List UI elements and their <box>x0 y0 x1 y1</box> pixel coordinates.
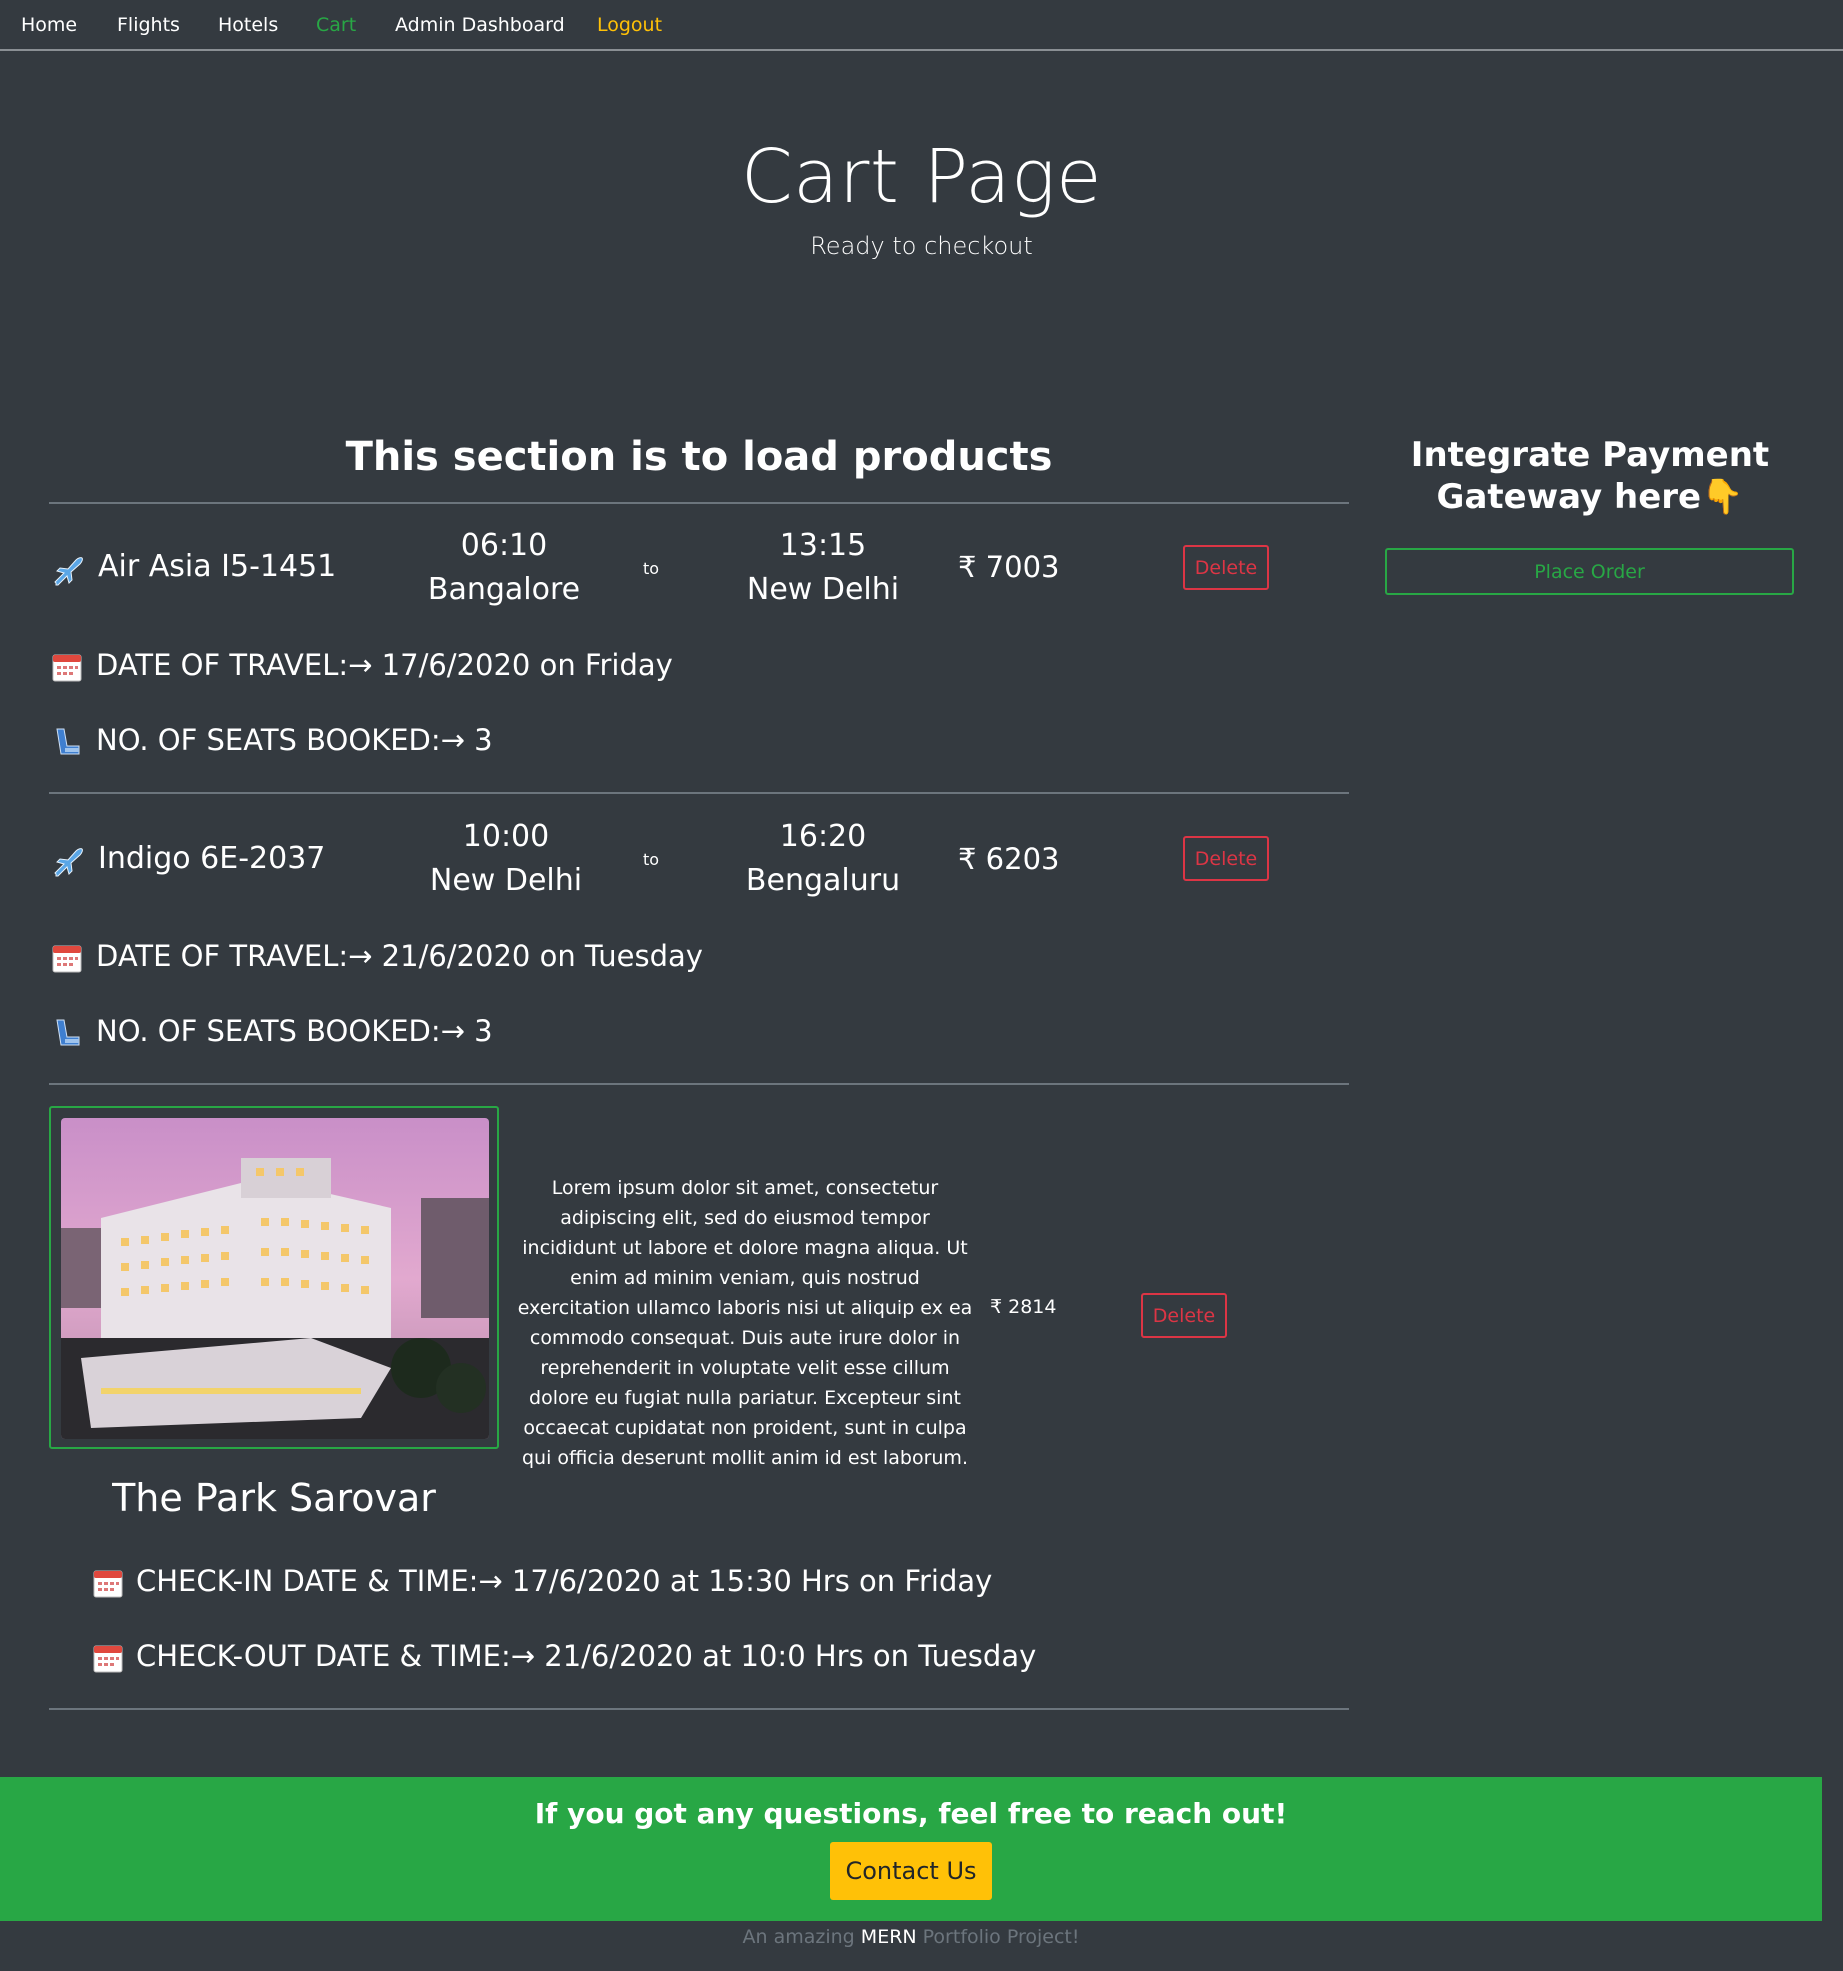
place-order-button[interactable]: Place Order <box>1385 548 1794 595</box>
checkout-date: CHECK-OUT DATE & TIME:→ 21/6/2020 at 10:… <box>136 1639 1037 1673</box>
seat-icon <box>56 1019 80 1046</box>
arrival-time: 13:15 <box>779 528 867 563</box>
airplane-icon <box>54 848 83 877</box>
footer-banner: If you got any questions, feel free to r… <box>0 1777 1822 1921</box>
flight-name: Indigo 6E-2037 <box>98 841 326 876</box>
hotel-name: The Park Sarovar <box>112 1476 436 1520</box>
delete-button[interactable]: Delete <box>1183 836 1269 881</box>
products-heading: This section is to load products <box>345 434 1053 480</box>
arrival-city: New Delhi <box>746 572 900 607</box>
flight-price: ₹ 6203 <box>958 842 1060 876</box>
nav-home[interactable]: Home <box>21 14 77 36</box>
divider <box>49 1083 1349 1085</box>
footer-credit: An amazing MERN Portfolio Project! <box>0 1926 1822 1948</box>
hotel-image-frame <box>49 1106 499 1449</box>
departure-city: New Delhi <box>429 863 583 898</box>
credit-highlight: MERN <box>860 1926 917 1948</box>
nav-admin-dashboard[interactable]: Admin Dashboard <box>395 14 565 36</box>
departure-block: 06:10 Bangalore <box>374 524 634 612</box>
departure-time: 06:10 <box>460 528 548 563</box>
flight-name: Air Asia I5-1451 <box>98 549 337 584</box>
divider <box>49 792 1349 794</box>
departure-time: 10:00 <box>462 819 550 854</box>
delete-button[interactable]: Delete <box>1183 545 1269 590</box>
airplane-icon <box>54 557 83 586</box>
hotel-price: ₹ 2814 <box>990 1296 1057 1318</box>
divider <box>49 502 1349 504</box>
divider <box>49 1708 1349 1710</box>
payment-heading: Integrate Payment Gateway here👇 <box>1410 435 1770 517</box>
arrival-block: 16:20 Bengaluru <box>693 815 953 903</box>
delete-button[interactable]: Delete <box>1141 1293 1227 1338</box>
contact-us-button[interactable]: Contact Us <box>830 1842 992 1900</box>
arrival-block: 13:15 New Delhi <box>693 524 953 612</box>
seats-booked: NO. OF SEATS BOOKED:→ 3 <box>96 1014 493 1048</box>
departure-block: 10:00 New Delhi <box>376 815 636 903</box>
seat-icon <box>56 728 80 755</box>
page-subtitle: Ready to checkout <box>810 232 1033 260</box>
calendar-icon <box>93 1570 123 1598</box>
arrival-time: 16:20 <box>779 819 867 854</box>
footer-question: If you got any questions, feel free to r… <box>534 1797 1288 1830</box>
credit-prefix: An amazing <box>742 1926 861 1948</box>
calendar-icon <box>52 945 82 973</box>
credit-suffix: Portfolio Project! <box>916 1926 1080 1948</box>
nav-hotels[interactable]: Hotels <box>218 14 278 36</box>
nav-flights[interactable]: Flights <box>117 14 180 36</box>
seats-booked: NO. OF SEATS BOOKED:→ 3 <box>96 723 493 757</box>
to-label: to <box>642 850 660 869</box>
page-title: Cart Page <box>740 134 1103 220</box>
calendar-icon <box>52 654 82 682</box>
travel-date: DATE OF TRAVEL:→ 21/6/2020 on Tuesday <box>96 939 703 973</box>
arrival-city: Bengaluru <box>745 863 901 898</box>
hotel-image <box>61 1118 489 1439</box>
nav-cart[interactable]: Cart <box>316 14 356 36</box>
navbar: Home Flights Hotels Cart Admin Dashboard… <box>0 0 1843 51</box>
flight-price: ₹ 7003 <box>958 550 1060 584</box>
travel-date: DATE OF TRAVEL:→ 17/6/2020 on Friday <box>96 648 673 682</box>
hotel-description: Lorem ipsum dolor sit amet, consectetur … <box>517 1177 973 1469</box>
to-label: to <box>642 559 660 578</box>
calendar-icon <box>93 1645 123 1673</box>
nav-logout[interactable]: Logout <box>597 14 662 36</box>
checkin-date: CHECK-IN DATE & TIME:→ 17/6/2020 at 15:3… <box>136 1564 993 1598</box>
departure-city: Bangalore <box>427 572 581 607</box>
